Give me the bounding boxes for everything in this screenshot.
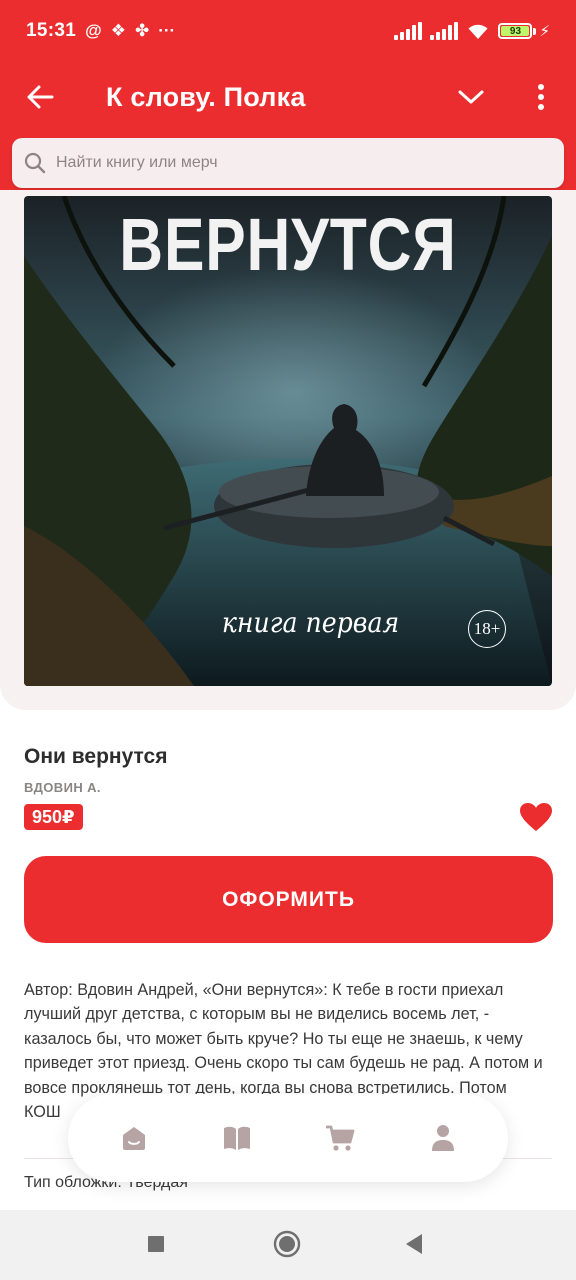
profile-icon (431, 1125, 454, 1151)
price-badge: 950₽ (24, 804, 83, 830)
battery-level: 93 (501, 26, 530, 37)
app-bar: К слову. Полка (0, 62, 576, 132)
bottom-navigation (68, 1094, 508, 1182)
book-icon (223, 1126, 250, 1150)
status-time: 15:31 (26, 20, 77, 41)
cover-title-text: ВЕРНУТСЯ (119, 203, 457, 286)
checkout-button[interactable]: ОФОРМИТЬ (24, 856, 553, 943)
dropdown-button[interactable] (450, 76, 492, 118)
nav-profile[interactable] (413, 1108, 473, 1168)
heart-icon (520, 803, 552, 831)
wifi-icon (468, 24, 488, 39)
search-input[interactable] (56, 154, 526, 172)
back-button[interactable] (0, 62, 80, 132)
description-text: Автор: Вдовин Андрей, «Они вернутся»: К … (24, 981, 543, 1097)
home-icon (122, 1127, 145, 1150)
battery-icon: 93 ⚡ (498, 22, 550, 40)
nav-cart[interactable] (310, 1108, 370, 1168)
more-dots-icon: ··· (158, 21, 176, 40)
more-vert-icon (538, 84, 544, 110)
nav-catalog[interactable] (207, 1108, 267, 1168)
cart-icon (325, 1125, 354, 1151)
charging-icon: ⚡ (539, 23, 550, 40)
cover-subtitle-text: книга первая (221, 606, 400, 639)
signal-icon-2 (430, 22, 459, 40)
at-icon: @ (85, 21, 102, 40)
square-icon (148, 1236, 164, 1252)
circle-icon (273, 1230, 301, 1258)
status-bar: 15:31 @ ❖ ✤ ··· 93 ⚡ (0, 0, 576, 62)
pinwheel-icon: ✤ (134, 21, 150, 40)
nav-home[interactable] (104, 1108, 164, 1168)
recents-button[interactable] (132, 1220, 180, 1268)
search-bar[interactable] (12, 138, 564, 188)
age-rating-badge: 18+ (468, 610, 506, 648)
description-text-tail: КОШ (24, 1103, 61, 1122)
home-system-button[interactable] (263, 1220, 311, 1268)
favorite-button[interactable] (516, 798, 556, 836)
product-author: ВДОВИН А. (24, 780, 101, 795)
back-system-button[interactable] (390, 1220, 438, 1268)
signal-icon (394, 22, 423, 40)
page-title: К слову. Полка (106, 81, 306, 112)
product-title: Они вернутся (24, 745, 168, 768)
triangle-back-icon (406, 1234, 422, 1254)
chevron-down-icon (458, 90, 484, 104)
book-cover-image[interactable]: ВЕРНУТСЯ книга первая 18+ (24, 196, 552, 686)
dropbox-icon: ❖ (110, 21, 126, 40)
system-navigation-bar (0, 1210, 576, 1280)
arrow-left-icon (27, 85, 54, 109)
more-menu-button[interactable] (520, 76, 562, 118)
search-bar-container (0, 132, 576, 190)
search-icon (24, 152, 46, 174)
